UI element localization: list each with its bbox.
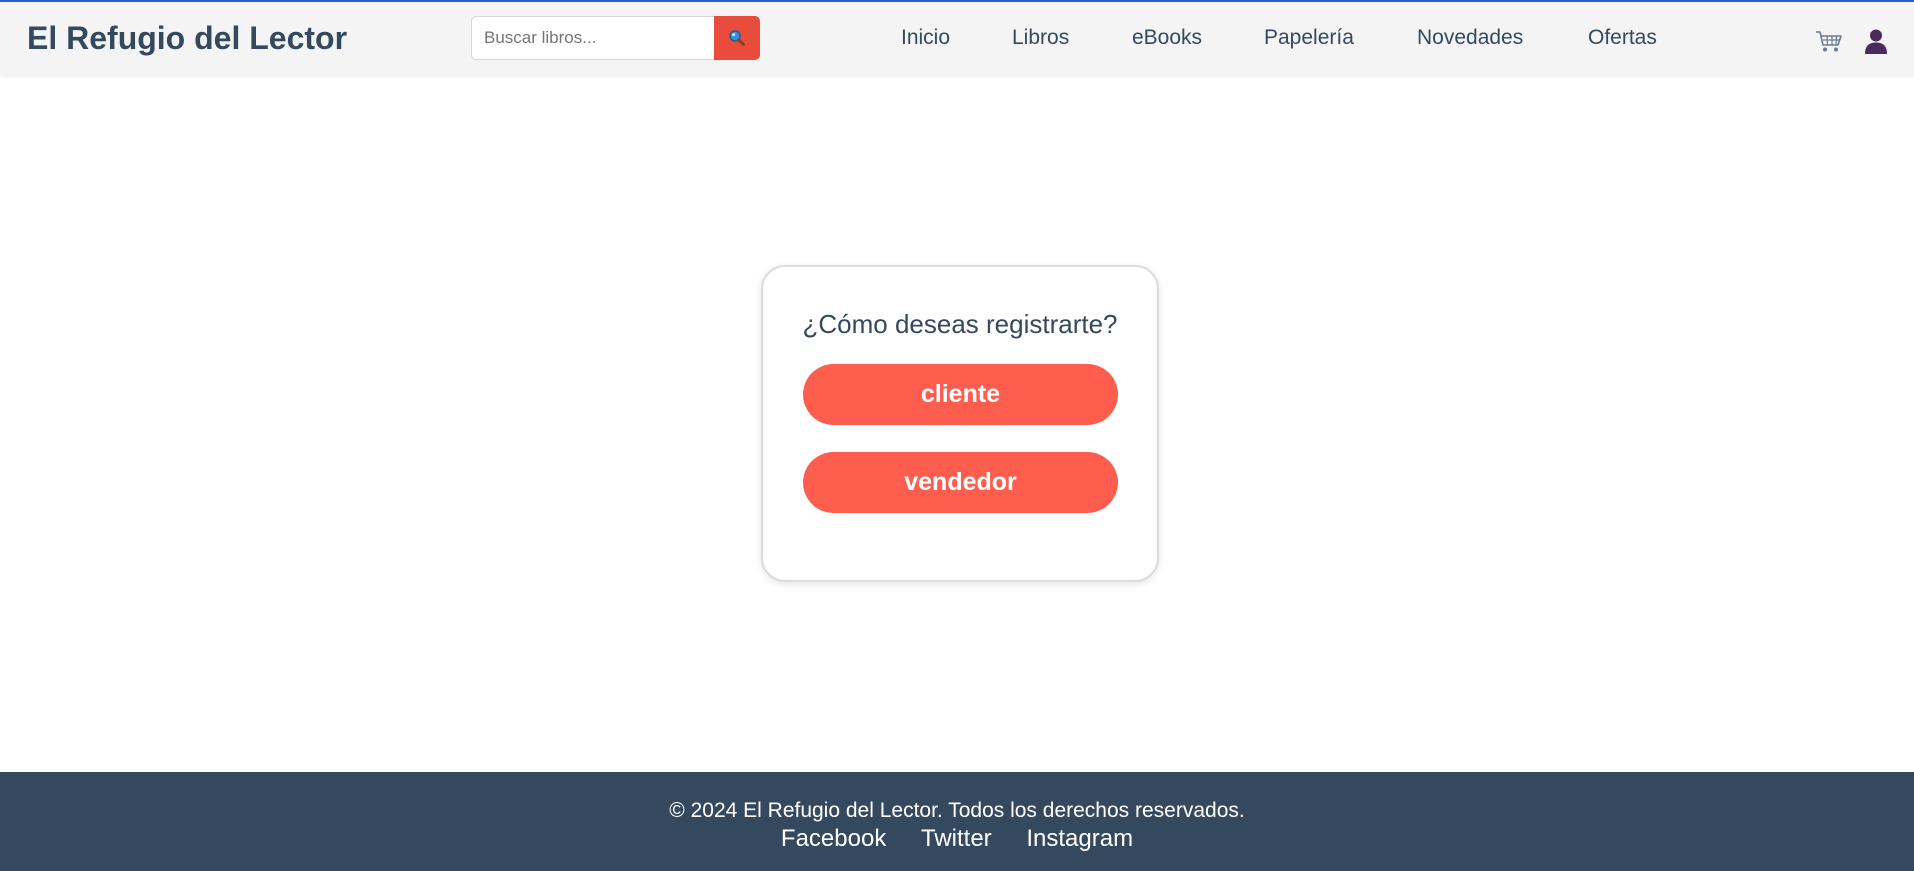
cart-icon[interactable] bbox=[1815, 29, 1843, 53]
search-input[interactable] bbox=[471, 16, 714, 60]
nav-link-libros[interactable]: Libros bbox=[1012, 26, 1069, 50]
search-button[interactable] bbox=[714, 16, 760, 60]
search-icon bbox=[729, 30, 745, 46]
nav-link-ebooks[interactable]: eBooks bbox=[1132, 26, 1202, 50]
nav-link-papeleria[interactable]: Papelería bbox=[1264, 26, 1354, 50]
site-header: El Refugio del Lector Inicio Libros eBoo… bbox=[0, 2, 1914, 75]
twitter-link[interactable]: Twitter bbox=[921, 825, 992, 852]
facebook-link[interactable]: Facebook bbox=[781, 825, 886, 852]
nav-link-inicio[interactable]: Inicio bbox=[901, 26, 950, 50]
site-footer: © 2024 El Refugio del Lector. Todos los … bbox=[0, 772, 1914, 871]
nav-link-novedades[interactable]: Novedades bbox=[1417, 26, 1523, 50]
brand-logo[interactable]: El Refugio del Lector bbox=[27, 20, 347, 57]
nav-link-ofertas[interactable]: Ofertas bbox=[1588, 26, 1657, 50]
search-bar bbox=[471, 16, 760, 60]
user-icon[interactable] bbox=[1864, 28, 1888, 54]
register-cliente-button[interactable]: cliente bbox=[803, 364, 1118, 425]
instagram-link[interactable]: Instagram bbox=[1026, 825, 1133, 852]
register-vendedor-button[interactable]: vendedor bbox=[803, 452, 1118, 513]
social-links: Facebook Twitter Instagram bbox=[0, 825, 1914, 853]
copyright-text: © 2024 El Refugio del Lector. Todos los … bbox=[669, 799, 1245, 822]
registration-card: ¿Cómo deseas registrarte? cliente vended… bbox=[761, 265, 1159, 582]
registration-question: ¿Cómo deseas registrarte? bbox=[802, 309, 1118, 339]
